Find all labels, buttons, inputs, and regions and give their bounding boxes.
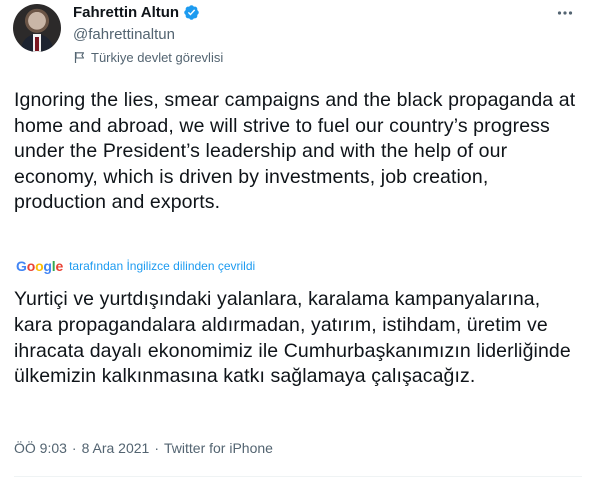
translated-text: Yurtiçi ve yurtdışındaki yalanlara, kara…: [14, 288, 571, 388]
verified-badge-icon: [183, 4, 200, 21]
tweet-source[interactable]: Twitter for iPhone: [164, 440, 273, 456]
tweet-time[interactable]: ÖÖ 9:03: [14, 440, 67, 456]
avatar-tie: [35, 37, 39, 51]
display-name[interactable]: Fahrettin Altun: [73, 4, 179, 21]
divider: [14, 476, 582, 477]
more-options-button[interactable]: [556, 6, 574, 24]
author-name-row: Fahrettin Altun: [73, 4, 200, 21]
translation-attribution[interactable]: Google tarafından İngilizce dilinden çev…: [16, 258, 255, 274]
account-label: Türkiye devlet görevlisi: [73, 50, 223, 65]
translation-note[interactable]: tarafından İngilizce dilinden çevrildi: [69, 259, 255, 273]
tweet-text: Ignoring the lies, smear campaigns and t…: [14, 89, 576, 214]
meta-separator: ·: [71, 440, 77, 456]
more-options-icon: [556, 4, 574, 27]
meta-separator: ·: [154, 440, 159, 456]
tweet-date[interactable]: 8 Ara 2021: [82, 440, 150, 456]
google-logo: Google: [16, 258, 64, 274]
author-handle[interactable]: @fahrettinaltun: [73, 26, 175, 43]
government-flag-icon: [73, 51, 86, 64]
avatar[interactable]: [13, 4, 61, 52]
account-label-text: Türkiye devlet görevlisi: [91, 50, 224, 65]
tweet-meta: ÖÖ 9:03 · 8 Ara 2021 · Twitter for iPhon…: [14, 440, 273, 456]
